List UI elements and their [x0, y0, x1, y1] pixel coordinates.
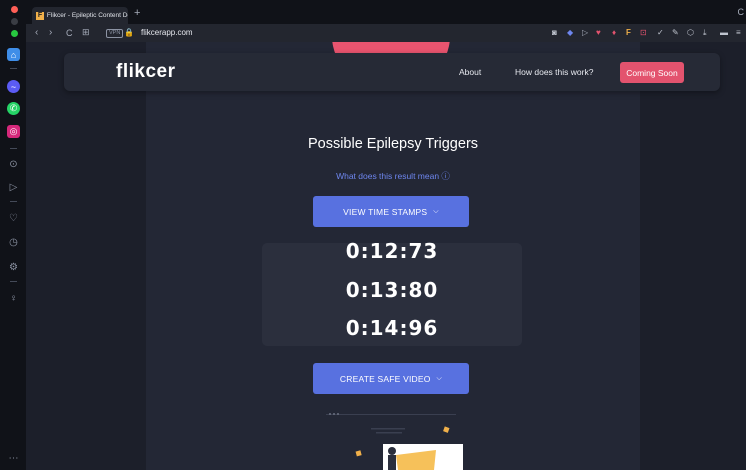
logo-text: flikcer [116, 61, 176, 82]
illustration-dot [337, 413, 339, 415]
minimize-window-button[interactable] [11, 18, 18, 25]
extension-icon[interactable]: ♦ [612, 28, 616, 37]
illustration-person [388, 447, 396, 455]
maximize-window-button[interactable] [11, 30, 18, 37]
nav-link-about[interactable]: About [459, 67, 481, 77]
button-label: VIEW TIME STAMPS [343, 206, 428, 217]
new-tab-button[interactable]: + [134, 7, 140, 19]
view-time-stamps-button[interactable]: VIEW TIME STAMPS ⌵ [313, 196, 469, 227]
result-help-link[interactable]: What does this result mean ⓘ [146, 170, 640, 182]
lock-icon: 🔒 [124, 28, 134, 37]
illustration-confetti [355, 450, 362, 457]
shield-icon[interactable]: ◆ [567, 28, 573, 37]
tab-menu-icon[interactable]: C [738, 7, 745, 17]
camera-icon[interactable]: ◙ [552, 28, 557, 37]
chevron-down-icon: ⌵ [433, 207, 439, 215]
illustration-person [388, 455, 396, 470]
timestamp: 0:14:96 [345, 316, 439, 340]
result-heading: Possible Epilepsy Triggers [307, 136, 479, 152]
messenger-icon[interactable]: ~ [7, 80, 20, 93]
nav-link-how-it-works[interactable]: How does this work? [515, 67, 593, 77]
tab-title: Flikcer - Epileptic Content Dete [46, 12, 128, 19]
close-window-button[interactable] [11, 6, 18, 13]
create-safe-video-button[interactable]: CREATE SAFE VIDEO ⌵ [313, 363, 469, 394]
cube-icon[interactable]: ⬡ [687, 28, 694, 37]
browser-sidebar: ⌂ ~ ✆ ◎ ⊙ ▷ ♡ ◷ ⚙ ♀ ⋯ [0, 0, 26, 470]
illustration-dot [333, 413, 335, 415]
vpn-badge[interactable]: VPN [106, 29, 124, 38]
sidebar-divider [10, 148, 17, 149]
flikcer-logo[interactable]: flikcer [116, 61, 175, 83]
more-icon[interactable]: ⋯ [7, 452, 20, 465]
snapshot-icon[interactable]: ⊙ [7, 158, 20, 171]
browser-window: ⌂ ~ ✆ ◎ ⊙ ▷ ♡ ◷ ⚙ ♀ ⋯ F Flikcer - Epilep… [0, 0, 746, 470]
reload-icon[interactable]: C [66, 28, 73, 38]
menu-icon[interactable]: ≡ [736, 28, 741, 37]
battery-icon[interactable]: ▬ [720, 28, 728, 37]
history-icon[interactable]: ◷ [7, 236, 20, 249]
address-bar: ‹ › C ⊞ VPN 🔒 flikcerapp.com ◙ ◆ ▷ ♥ ♦ F… [26, 24, 746, 42]
back-icon[interactable]: ‹ [35, 27, 38, 38]
button-label: CREATE SAFE VIDEO [339, 373, 431, 384]
whatsapp-icon[interactable]: ✆ [7, 102, 20, 115]
timestamp: 0:13:80 [345, 278, 439, 302]
pen-icon[interactable]: ✎ [672, 28, 679, 37]
sidebar-divider [10, 281, 17, 282]
home-icon[interactable]: ⌂ [7, 48, 20, 61]
flikcer-favicon-icon: F [36, 11, 44, 20]
sidebar-divider [10, 201, 17, 202]
tab-bar: F Flikcer - Epileptic Content Dete + C [26, 0, 746, 24]
tab-flikcer[interactable]: F Flikcer - Epileptic Content Dete [32, 7, 128, 24]
web-page: flikcer About How does this work? Coming… [26, 42, 746, 470]
instagram-icon[interactable]: ◎ [7, 125, 20, 138]
illustration-line [376, 432, 402, 434]
sidebar-divider [10, 68, 17, 69]
extension-icon[interactable]: ⊡ [640, 28, 647, 37]
url-field[interactable]: flikcerapp.com [141, 28, 193, 37]
site-navbar: flikcer About How does this work? Coming… [64, 53, 720, 91]
illustration-confetti [443, 426, 450, 433]
check-icon[interactable]: ✓ [657, 28, 664, 37]
lightbulb-icon[interactable]: ♀ [7, 292, 20, 305]
flikcer-extension-icon[interactable]: F [626, 28, 631, 37]
download-icon[interactable]: ⤓ [703, 28, 707, 38]
forward-icon[interactable]: › [49, 27, 52, 38]
illustration-line [371, 428, 405, 430]
flow-icon[interactable]: ▷ [582, 28, 588, 37]
coming-soon-button[interactable]: Coming Soon [620, 62, 684, 83]
footer-illustration [326, 413, 463, 470]
flow-icon[interactable]: ▷ [7, 181, 20, 194]
speed-dial-icon[interactable]: ⊞ [82, 27, 90, 38]
timestamp: 0:12:73 [345, 239, 439, 263]
settings-icon[interactable]: ⚙ [7, 261, 20, 274]
heart-icon[interactable]: ♡ [7, 212, 20, 225]
heart-icon[interactable]: ♥ [596, 28, 601, 37]
illustration-line [326, 414, 456, 415]
illustration-dot [329, 413, 331, 415]
chevron-down-icon: ⌵ [436, 374, 443, 382]
